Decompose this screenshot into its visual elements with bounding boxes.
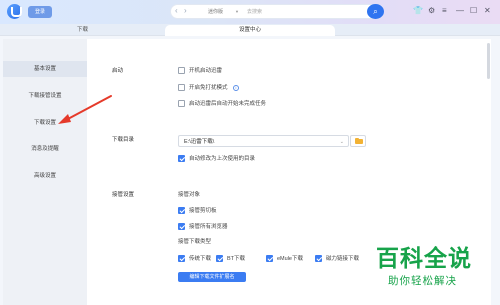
tab-bar: 下载 设置中心 [0,24,500,36]
login-button[interactable]: 登录 [28,6,52,18]
startup-autorun-checkbox[interactable] [178,67,185,74]
dnd-mode-label: 开启免打扰模式 [189,85,228,91]
takeover-type-label: 接管下载类型 [178,239,212,245]
type-magnet-label: 磁力链接下载 [326,256,360,262]
menu-icon[interactable]: ≡ [442,6,447,16]
watermark-title: 百科全说 [376,245,472,271]
sidebar-item-basic[interactable]: 基本设置 [3,61,87,77]
takeover-browsers-label: 接管所有浏览器 [189,224,228,230]
sidebar-item-advanced[interactable]: 高级设置 [3,168,87,184]
browse-folder-button[interactable] [350,135,366,147]
startup-label: 启动 [112,68,124,74]
sidebar-item-download[interactable]: 下载设置 [3,115,87,131]
skin-icon[interactable]: 👕 [413,6,423,16]
resume-tasks-checkbox[interactable] [178,100,185,107]
search-input[interactable]: 迷你版 ▼ 去搜索 [170,4,384,19]
info-icon[interactable]: i [233,85,239,91]
download-dir-select[interactable]: E:\迅雷下载\ ⌄ [178,135,349,147]
sidebar-item-takeover[interactable]: 下载接管设置 [3,88,87,104]
type-bt-checkbox[interactable] [216,255,223,262]
search-mode-tag[interactable]: 迷你版 [208,8,223,16]
tab-download[interactable]: 下载 [0,25,165,36]
auto-modify-dir-checkbox[interactable] [178,155,185,162]
edit-extensions-button[interactable]: 编辑下载文件扩展名 [178,272,246,282]
forward-icon[interactable]: › [184,6,187,16]
back-icon[interactable]: ‹ [175,6,178,16]
type-traditional-label: 传统下载 [189,256,212,262]
type-emule-label: eMule下载 [277,256,303,262]
app-logo-icon [7,4,22,19]
tab-settings[interactable]: 设置中心 [165,25,335,36]
gear-icon[interactable]: ⚙ [428,6,435,16]
title-bar: 登录 迷你版 ▼ 去搜索 ‹ › ⌕ 👕 ⚙ ≡ — ☐ ✕ [0,0,500,24]
folder-icon [355,137,363,144]
takeover-label: 接管设置 [112,192,135,198]
download-dir-label: 下载目录 [112,137,135,143]
download-dir-value: E:\迅雷下载\ [184,139,215,145]
minimize-icon[interactable]: — [456,6,464,16]
settings-sidebar: 基本设置 下载接管设置 下载设置 消息及提醒 高级设置 [3,39,87,305]
watermark-subtitle: 助你轻松解决 [388,275,457,287]
type-emule-checkbox[interactable] [266,255,273,262]
sidebar-item-messages[interactable]: 消息及提醒 [3,141,87,157]
type-traditional-checkbox[interactable] [178,255,185,262]
search-icon[interactable]: ⌕ [367,4,384,19]
close-icon[interactable]: ✕ [484,6,491,16]
startup-autorun-label: 开机启动迅雷 [189,68,223,74]
type-magnet-checkbox[interactable] [315,255,322,262]
takeover-clipboard-checkbox[interactable] [178,207,185,214]
takeover-browsers-checkbox[interactable] [178,223,185,230]
resume-tasks-label: 启动迅雷后自动开始未完成任务 [189,101,267,107]
search-placeholder: 去搜索 [247,9,263,15]
auto-modify-dir-label: 自动修改为上次使用的目录 [189,156,256,162]
chevron-down-icon[interactable]: ▼ [235,8,239,16]
dnd-mode-checkbox[interactable] [178,84,185,91]
takeover-object-label: 接管对象 [178,192,201,198]
scrollbar[interactable] [487,43,490,79]
takeover-clipboard-label: 接管剪切板 [189,208,217,214]
chevron-down-icon[interactable]: ⌄ [340,138,344,146]
maximize-icon[interactable]: ☐ [470,6,477,16]
type-bt-label: BT下载 [227,256,246,262]
